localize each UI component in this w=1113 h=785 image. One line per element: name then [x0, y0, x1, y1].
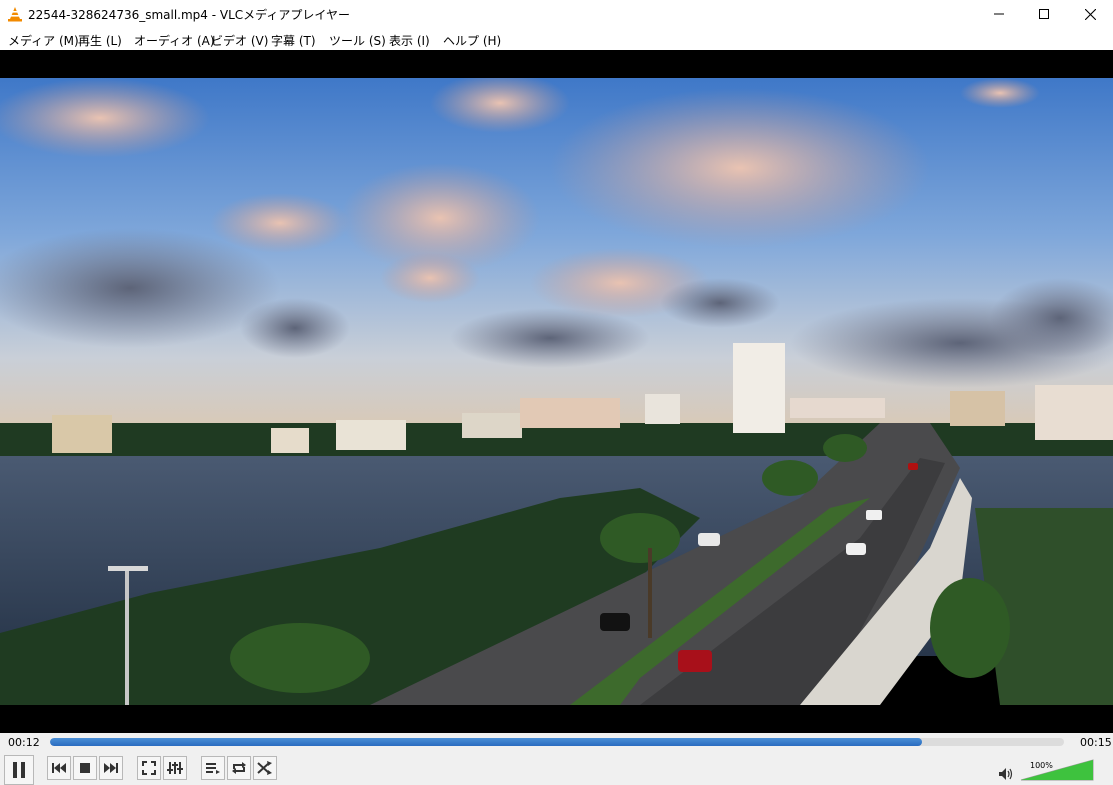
total-time: 00:15 [1080, 736, 1112, 749]
seek-bar[interactable] [50, 738, 1064, 746]
next-button[interactable] [99, 756, 123, 780]
menu-bar: メディア (M) 再生 (L) オーディオ (A) ビデオ (V) 字幕 (T)… [0, 28, 1113, 50]
title-bar: 22544-328624736_small.mp4 - VLCメディアプレイヤー [0, 0, 1113, 28]
maximize-icon [1039, 9, 1049, 19]
loop-button[interactable] [227, 756, 251, 780]
stop-button[interactable] [73, 756, 97, 780]
extended-settings-icon [167, 762, 183, 774]
extended-settings-button[interactable] [163, 756, 187, 780]
video-frame [0, 78, 1113, 705]
minimize-icon [994, 13, 1004, 15]
menu-media[interactable]: メディア (M) [8, 32, 79, 49]
pause-button[interactable] [4, 755, 34, 785]
window-title: 22544-328624736_small.mp4 - VLCメディアプレイヤー [28, 8, 350, 22]
previous-icon [52, 763, 66, 773]
minimize-button[interactable] [976, 0, 1022, 28]
speaker-icon[interactable] [998, 767, 1014, 781]
playback-controls: 00:12 00:15 100% [0, 733, 1113, 785]
close-button[interactable] [1067, 0, 1113, 28]
video-area[interactable] [0, 50, 1113, 733]
menu-audio[interactable]: オーディオ (A) [134, 32, 215, 49]
menu-tools[interactable]: ツール (S) [329, 32, 386, 49]
close-icon [1084, 8, 1096, 20]
playlist-button[interactable] [201, 756, 225, 780]
menu-help[interactable]: ヘルプ (H) [443, 32, 501, 49]
loop-icon [232, 762, 246, 774]
pause-icon [13, 762, 25, 778]
shuffle-button[interactable] [253, 756, 277, 780]
menu-subtitle[interactable]: 字幕 (T) [271, 32, 316, 49]
vlc-cone-icon [8, 7, 22, 22]
shuffle-icon [257, 761, 272, 775]
elapsed-time: 00:12 [8, 736, 40, 749]
seek-bar-progress [50, 738, 923, 746]
volume-slider[interactable] [1020, 759, 1094, 781]
stop-icon [80, 763, 90, 773]
menu-view[interactable]: 表示 (I) [389, 32, 430, 49]
fullscreen-button[interactable] [137, 756, 161, 780]
maximize-button[interactable] [1021, 0, 1067, 28]
menu-playback[interactable]: 再生 (L) [78, 32, 122, 49]
previous-button[interactable] [47, 756, 71, 780]
fullscreen-icon [142, 761, 156, 775]
next-icon [104, 763, 118, 773]
playlist-icon [206, 763, 220, 774]
menu-video[interactable]: ビデオ (V) [211, 32, 268, 49]
